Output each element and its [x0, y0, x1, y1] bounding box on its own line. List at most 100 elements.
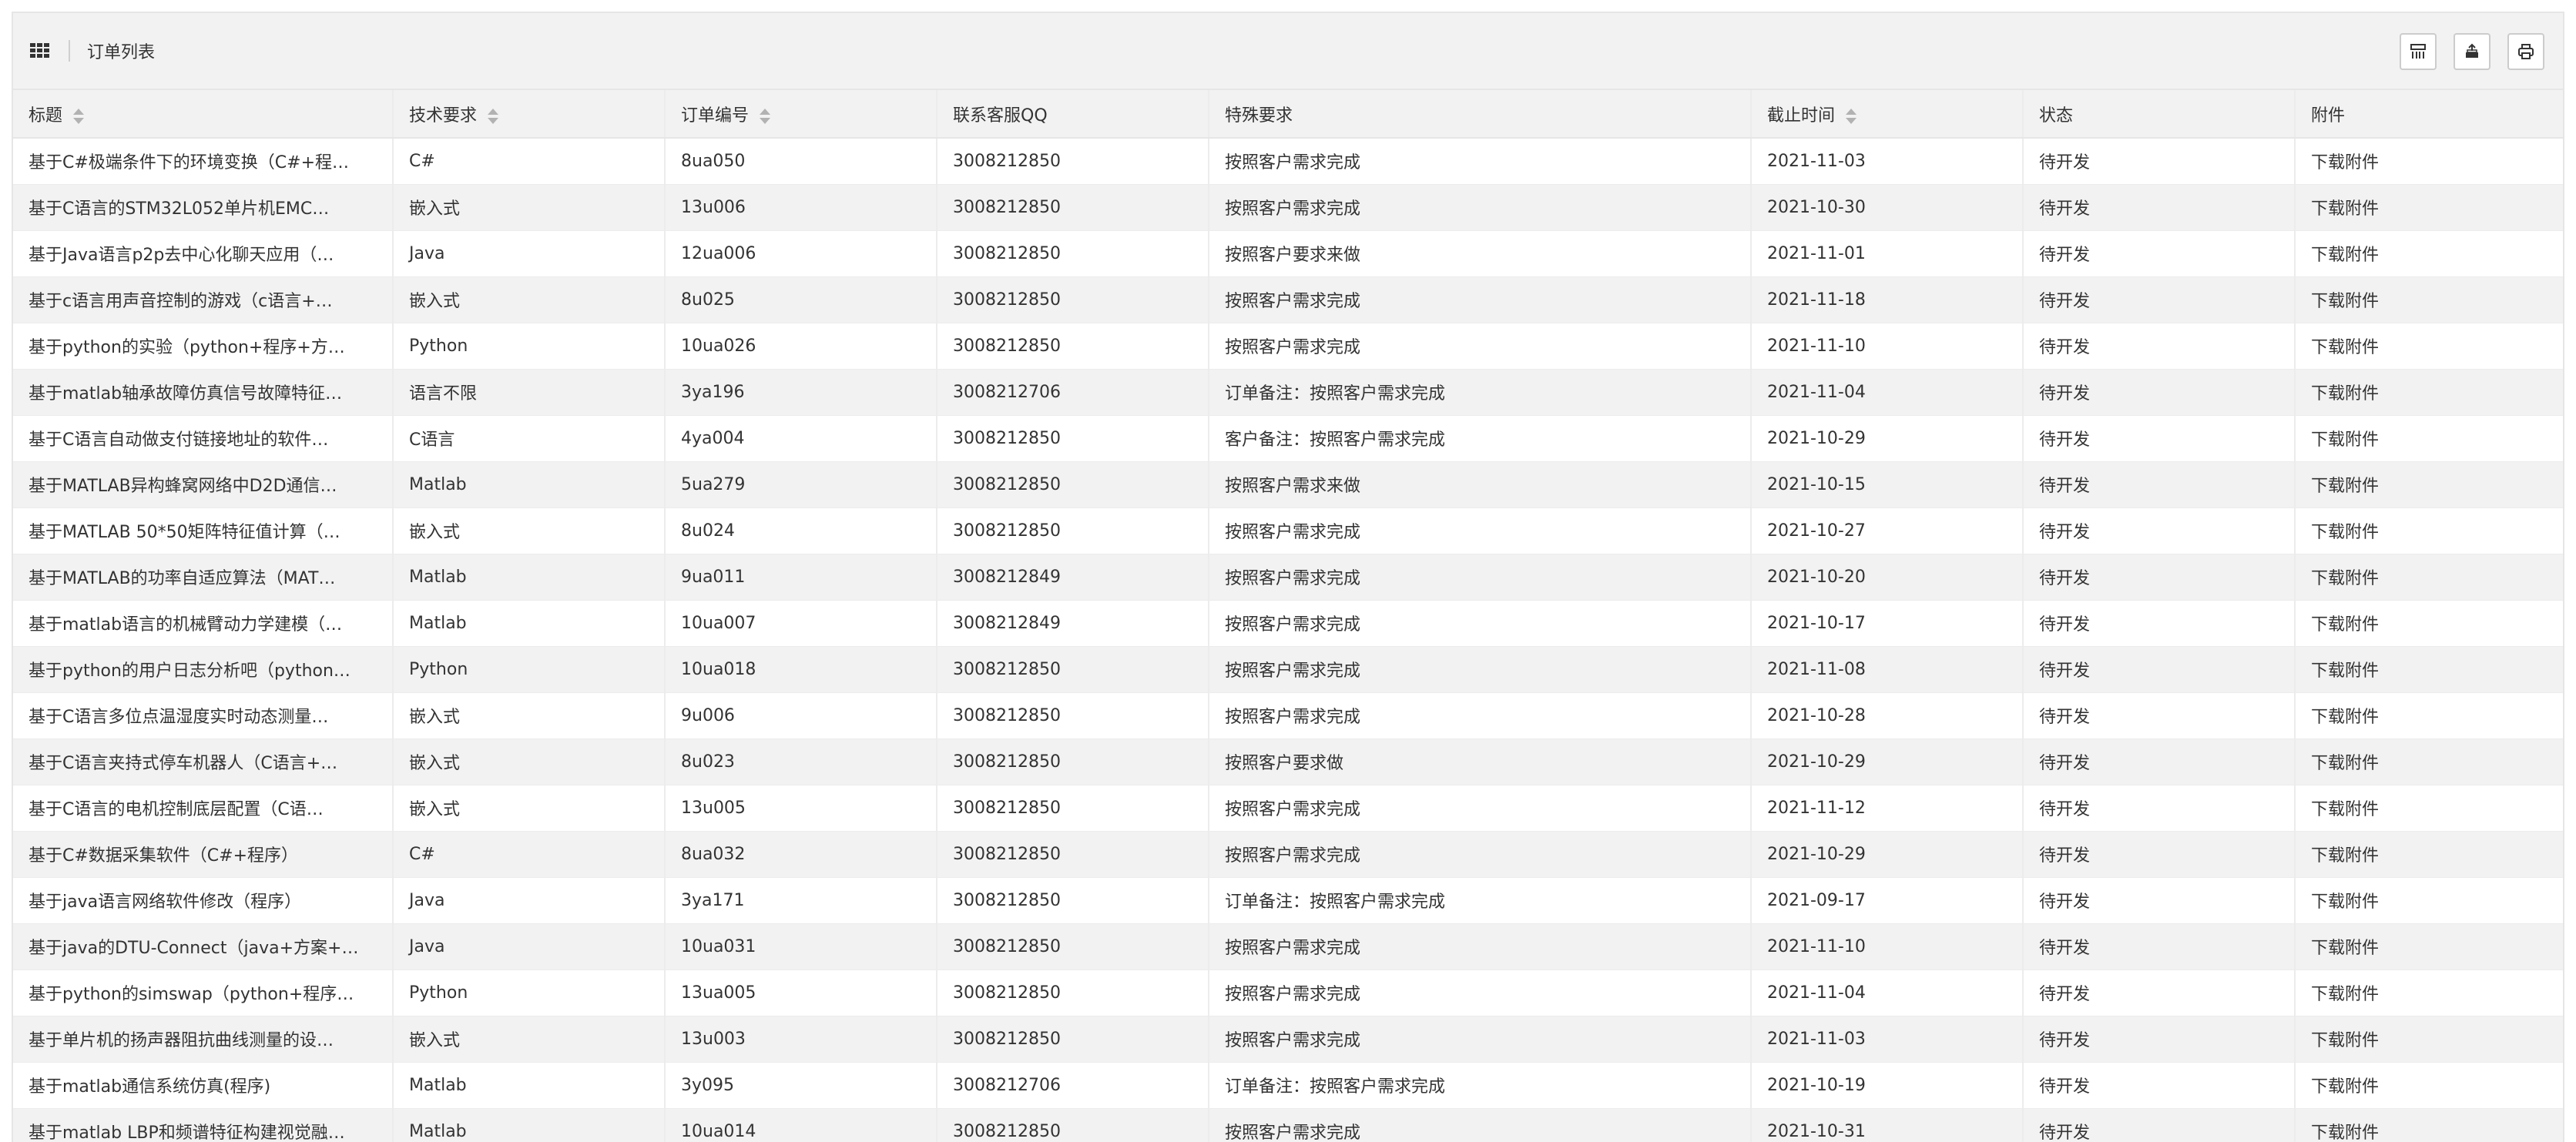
table-row[interactable]: 基于python的用户日志分析吧（python… Python 10ua018 300… — [13, 646, 2563, 693]
cell-title: 基于C语言的电机控制底层配置（C语… — [13, 785, 394, 832]
cell-special-requirement: 按照客户需求完成 — [1209, 923, 1752, 970]
sort-icon[interactable] — [488, 107, 499, 126]
cell-attachment[interactable]: 下载附件 — [2295, 1016, 2563, 1063]
cell-order-number: 5ua279 — [665, 461, 937, 508]
column-header-order-number[interactable]: 订单编号 — [665, 90, 937, 139]
cell-tech-requirement: Java — [393, 230, 666, 277]
column-header-tech-requirement[interactable]: 技术要求 — [393, 90, 666, 139]
cell-status: 待开发 — [2023, 276, 2296, 323]
column-header-label: 截止时间 — [1767, 105, 1836, 126]
table-row[interactable]: 基于C语言夹持式停车机器人（C语言+… 嵌入式 8u023 3008212850 按照客… — [13, 738, 2563, 785]
cell-order-number: 10ua018 — [665, 646, 937, 693]
cell-special-requirement: 按照客户要求做 — [1209, 738, 1752, 785]
table-row[interactable]: 基于python的实验（python+程序+方… Python 10ua026 300… — [13, 323, 2563, 370]
cell-title: 基于java语言网络软件修改（程序） — [13, 877, 394, 924]
export-button[interactable] — [2454, 33, 2490, 70]
cell-order-number: 8u023 — [665, 738, 937, 785]
cell-special-requirement: 订单备注：按照客户需求完成 — [1209, 877, 1752, 924]
cell-status: 待开发 — [2023, 415, 2296, 462]
table-row[interactable]: 基于matlab语言的机械臂动力学建模（… Matlab 10ua007 300821… — [13, 600, 2563, 647]
table-row[interactable]: 基于MATLAB 50*50矩阵特征值计算（… 嵌入式 8u024 300821285… — [13, 507, 2563, 554]
cell-support-qq: 3008212850 — [937, 507, 1209, 554]
cell-order-number: 9ua011 — [665, 554, 937, 601]
cell-title: 基于MATLAB 50*50矩阵特征值计算（… — [13, 507, 394, 554]
table-row[interactable]: 基于C语言的电机控制底层配置（C语… 嵌入式 13u005 3008212850 按照客… — [13, 785, 2563, 832]
sort-icon[interactable] — [1846, 107, 1857, 126]
cell-special-requirement: 订单备注：按照客户需求完成 — [1209, 1062, 1752, 1109]
table-row[interactable]: 基于单片机的扬声器阻抗曲线测量的设… 嵌入式 13u003 3008212850 按照客… — [13, 1016, 2563, 1063]
grid-menu-icon[interactable] — [30, 43, 50, 59]
print-button[interactable] — [2507, 33, 2544, 70]
cell-title: 基于MATLAB的功率自适应算法（MAT… — [13, 554, 394, 601]
columns-filter-button[interactable] — [2400, 33, 2437, 70]
cell-attachment[interactable]: 下载附件 — [2295, 184, 2563, 231]
cell-attachment[interactable]: 下载附件 — [2295, 1062, 2563, 1109]
cell-attachment[interactable]: 下载附件 — [2295, 415, 2563, 462]
table-row[interactable]: 基于java的DTU-Connect（java+方案+… Java 10ua031 3… — [13, 923, 2563, 970]
cell-tech-requirement: Java — [393, 923, 666, 970]
table-row[interactable]: 基于C#极端条件下的环境变换（C#+程… C# 8ua050 3008212850 按照… — [13, 138, 2563, 185]
cell-deadline: 2021-10-29 — [1751, 738, 2024, 785]
table-row[interactable]: 基于python的simswap（python+程序… Python 13ua005… — [13, 970, 2563, 1016]
cell-attachment[interactable]: 下载附件 — [2295, 507, 2563, 554]
table-row[interactable]: 基于MATLAB异构蜂窝网络中D2D通信… Matlab 5ua279 3008212… — [13, 461, 2563, 508]
table-row[interactable]: 基于c语言用声音控制的游戏（c语言+… 嵌入式 8u025 3008212850 按照客… — [13, 276, 2563, 323]
cell-attachment[interactable]: 下载附件 — [2295, 461, 2563, 508]
cell-order-number: 13u003 — [665, 1016, 937, 1063]
cell-tech-requirement: Matlab — [393, 1108, 666, 1142]
cell-attachment[interactable]: 下载附件 — [2295, 138, 2563, 185]
column-header-deadline[interactable]: 截止时间 — [1751, 90, 2024, 139]
cell-attachment[interactable]: 下载附件 — [2295, 369, 2563, 416]
cell-special-requirement: 按照客户需求完成 — [1209, 831, 1752, 878]
cell-tech-requirement: 嵌入式 — [393, 507, 666, 554]
table-row[interactable]: 基于Java语言p2p去中心化聊天应用（… Java 12ua006 30082128… — [13, 230, 2563, 277]
cell-attachment[interactable]: 下载附件 — [2295, 831, 2563, 878]
cell-status: 待开发 — [2023, 600, 2296, 647]
cell-attachment[interactable]: 下载附件 — [2295, 877, 2563, 924]
cell-status: 待开发 — [2023, 461, 2296, 508]
cell-order-number: 10ua026 — [665, 323, 937, 370]
table-row[interactable]: 基于java语言网络软件修改（程序） Java 3ya171 3008212850 订单… — [13, 877, 2563, 924]
cell-special-requirement: 按照客户需求完成 — [1209, 554, 1752, 601]
table-row[interactable]: 基于C语言多位点温湿度实时动态测量… 嵌入式 9u006 3008212850 按照客户… — [13, 692, 2563, 739]
cell-order-number: 8ua050 — [665, 138, 937, 185]
cell-support-qq: 3008212850 — [937, 415, 1209, 462]
cell-attachment[interactable]: 下载附件 — [2295, 600, 2563, 647]
table-row[interactable]: 基于MATLAB的功率自适应算法（MAT… Matlab 9ua011 3008212… — [13, 554, 2563, 601]
cell-deadline: 2021-11-04 — [1751, 970, 2024, 1016]
table-row[interactable]: 基于matlab轴承故障仿真信号故障特征… 语言不限 3ya196 300821270… — [13, 369, 2563, 416]
cell-tech-requirement: Python — [393, 323, 666, 370]
cell-title: 基于c语言用声音控制的游戏（c语言+… — [13, 276, 394, 323]
table-row[interactable]: 基于matlab LBP和频谱特征构建视觉融… Matlab 10ua014 3008… — [13, 1108, 2563, 1142]
panel-header: 订单列表 — [13, 13, 2563, 90]
cell-special-requirement: 按照客户要求来做 — [1209, 230, 1752, 277]
cell-attachment[interactable]: 下载附件 — [2295, 323, 2563, 370]
cell-order-number: 9u006 — [665, 692, 937, 739]
cell-title: 基于C语言多位点温湿度实时动态测量… — [13, 692, 394, 739]
cell-tech-requirement: 语言不限 — [393, 369, 666, 416]
export-icon — [2466, 43, 2478, 58]
table-row[interactable]: 基于C语言的STM32L052单片机EMC… 嵌入式 13u006 300821285… — [13, 184, 2563, 231]
cell-attachment[interactable]: 下载附件 — [2295, 230, 2563, 277]
sort-icon[interactable] — [760, 107, 771, 126]
cell-attachment[interactable]: 下载附件 — [2295, 923, 2563, 970]
cell-attachment[interactable]: 下载附件 — [2295, 738, 2563, 785]
cell-tech-requirement: 嵌入式 — [393, 692, 666, 739]
cell-attachment[interactable]: 下载附件 — [2295, 970, 2563, 1016]
cell-title: 基于python的simswap（python+程序… — [13, 970, 394, 1016]
cell-tech-requirement: Python — [393, 970, 666, 1016]
cell-attachment[interactable]: 下载附件 — [2295, 692, 2563, 739]
cell-attachment[interactable]: 下载附件 — [2295, 785, 2563, 832]
table-row[interactable]: 基于C#数据采集软件（C#+程序） C# 8ua032 3008212850 按照客户需… — [13, 831, 2563, 878]
cell-attachment[interactable]: 下载附件 — [2295, 646, 2563, 693]
column-header-title[interactable]: 标题 — [13, 90, 394, 139]
cell-attachment[interactable]: 下载附件 — [2295, 1108, 2563, 1142]
table-row[interactable]: 基于C语言自动做支付链接地址的软件… C语言 4ya004 3008212850 客户备… — [13, 415, 2563, 462]
header-divider — [69, 40, 70, 62]
sort-icon[interactable] — [73, 107, 85, 126]
table-row[interactable]: 基于matlab通信系统仿真(程序) Matlab 3y095 3008212706 订… — [13, 1062, 2563, 1109]
cell-tech-requirement: C语言 — [393, 415, 666, 462]
cell-attachment[interactable]: 下载附件 — [2295, 276, 2563, 323]
column-header-label: 特殊要求 — [1225, 105, 1293, 126]
cell-attachment[interactable]: 下载附件 — [2295, 554, 2563, 601]
